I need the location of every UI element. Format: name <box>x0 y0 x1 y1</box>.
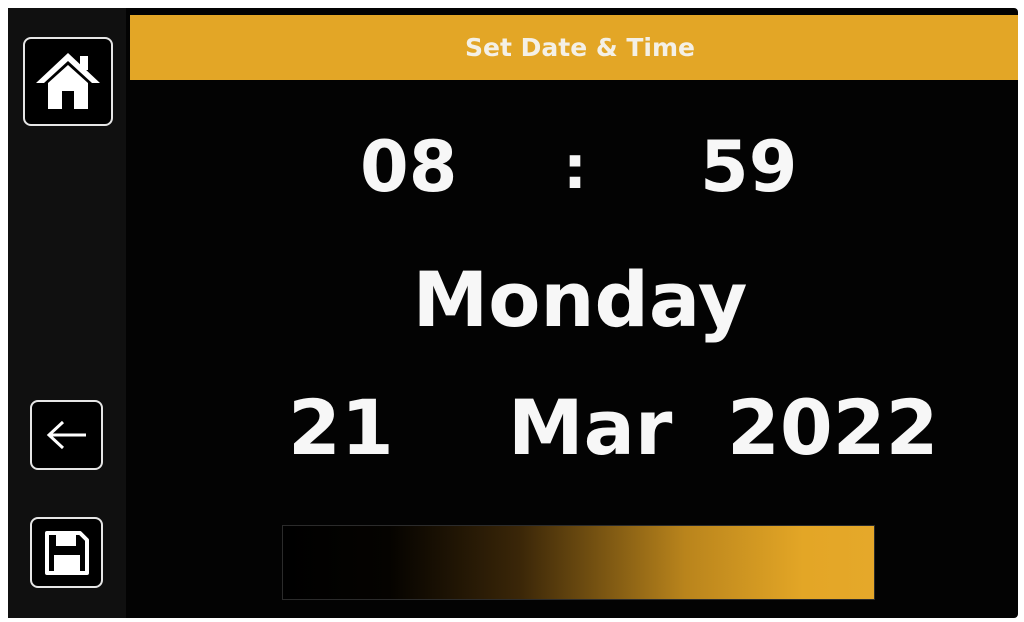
day-value[interactable]: 21 <box>288 390 394 466</box>
home-button[interactable] <box>23 37 113 126</box>
save-button[interactable] <box>30 517 103 588</box>
weekday-value[interactable]: Monday <box>0 262 1024 338</box>
back-arrow-icon <box>46 420 86 450</box>
gradient-adjust-bar[interactable] <box>282 525 875 600</box>
time-separator: : <box>563 133 587 203</box>
title-bar: Set Date & Time <box>130 15 1018 80</box>
month-value[interactable]: Mar <box>508 390 672 466</box>
floppy-disk-save-icon <box>44 530 89 575</box>
year-value[interactable]: 2022 <box>727 390 939 466</box>
home-icon <box>36 52 100 109</box>
page-title: Set Date & Time <box>465 33 695 62</box>
back-button[interactable] <box>30 400 103 470</box>
hour-value[interactable]: 08 <box>360 132 457 202</box>
minute-value[interactable]: 59 <box>700 132 797 202</box>
